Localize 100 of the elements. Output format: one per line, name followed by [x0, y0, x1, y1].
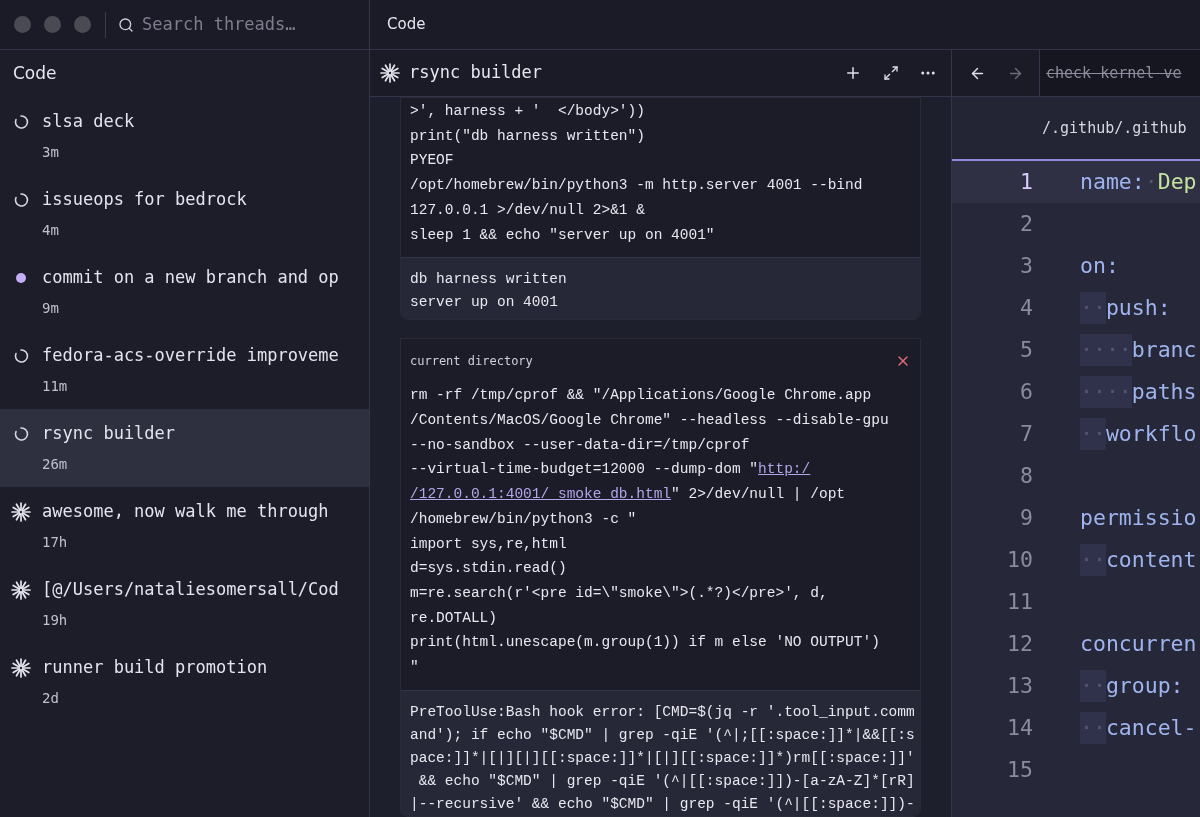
code-line: print(html.unescape(m.group(1)) if m else 'NO OUTPUT'): [410, 633, 881, 653]
file-path: /.github/.github: [1042, 117, 1187, 139]
indent-marker: ····: [1080, 333, 1132, 367]
line-number: 3: [1019, 251, 1033, 280]
code-token: paths: [1131, 377, 1197, 406]
thread-title: awesome, now walk me through: [42, 499, 329, 523]
starburst-icon: [380, 63, 400, 83]
line-number: 14: [1006, 713, 1033, 742]
spinner-icon: [13, 425, 29, 442]
thread-item[interactable]: issueops for bedrock 4m: [0, 175, 369, 253]
thread-item[interactable]: fedora-acs-override improveme 11m: [0, 331, 369, 409]
code-token: on:: [1080, 251, 1119, 280]
thread-title: slsa deck: [42, 109, 135, 133]
starburst-icon: [11, 501, 31, 522]
search-icon: [118, 16, 134, 33]
indent-marker: ··: [1080, 291, 1106, 325]
code-token: branc: [1131, 335, 1197, 364]
indent-marker: ··: [1080, 543, 1106, 577]
code-line: import sys,re,html: [410, 534, 568, 554]
thread-age: 4m: [41, 221, 60, 241]
code-token: concurren: [1080, 629, 1197, 658]
code-text: " 2>/dev/null | /opt: [671, 485, 846, 505]
output-line: && echo "$CMD" | grep -qiE '(^|[[:space:]])-[a-zA-Z]*[rR]: [417, 771, 911, 791]
output-line: server up on 4001: [410, 293, 559, 313]
thread-age: 26m: [41, 455, 69, 475]
line-number: 8: [1019, 461, 1033, 490]
line-number: 15: [1006, 755, 1033, 784]
line-number: 11: [1006, 587, 1033, 616]
thread-title-heading: rsync builder: [409, 61, 543, 85]
add-icon[interactable]: [844, 64, 862, 82]
line-number: 12: [1006, 629, 1033, 658]
thread-title: rsync builder: [42, 421, 176, 445]
thread-title: fedora-acs-override improveme: [42, 343, 339, 367]
code-line: /homebrew/bin/python3 -c ": [410, 509, 638, 529]
code-line: d=sys.stdin.read(): [410, 559, 568, 579]
code-line: m=re.search(r'<pre id=\"smoke\">(.*?)</pre>', d,: [410, 583, 829, 603]
thread-age: 17h: [41, 533, 69, 553]
window-title: Code: [387, 14, 426, 36]
code-line: --no-sandbox --user-data-dir=/tmp/cprof: [410, 435, 751, 455]
code-token: group:: [1105, 671, 1184, 700]
thread-item[interactable]: runner build promotion 2d: [0, 643, 369, 721]
thread-item[interactable]: slsa deck 3m: [0, 97, 369, 175]
code-token: content: [1105, 545, 1197, 574]
card-label: current directory: [410, 352, 533, 370]
thread-title: runner build promotion: [42, 655, 268, 679]
code-line: re.DOTALL): [410, 608, 498, 628]
spinner-icon: [13, 113, 29, 130]
code-token: ·: [1144, 167, 1158, 196]
output-line: pace:]]*|[|][|][[:space:]]*|[|][[:space:]]*)rm[[:space:]]': [410, 748, 911, 768]
code-line: sleep 1 && echo "server up on 4001": [410, 225, 716, 245]
spinner-icon: [13, 191, 29, 208]
thread-item[interactable]: awesome, now walk me through 17h: [0, 487, 369, 565]
code-line: 127.0.0.1 >/dev/null 2>&1 &: [410, 200, 646, 220]
code-text: --virtual-time-budget=12000 --dump-dom ": [410, 460, 759, 480]
starburst-icon: [11, 657, 31, 678]
indent-marker: ··: [1080, 417, 1106, 451]
code-line: PYEOF: [410, 151, 455, 171]
thread-item[interactable]: [@/Users/nataliesomersall/Cod 19h: [0, 565, 369, 643]
code-line: rm -rf /tmp/cprof && "/Applications/Google Chrome.app: [410, 386, 873, 406]
thread-age: 3m: [41, 143, 60, 163]
code-link[interactable]: http:/: [758, 457, 811, 483]
line-number: 10: [1006, 545, 1033, 574]
indent-marker: ··: [1080, 711, 1106, 745]
line-number: 13: [1006, 671, 1033, 700]
line-number: 7: [1019, 419, 1033, 448]
thread-item[interactable]: commit on a new branch and op 9m: [0, 253, 369, 331]
starburst-icon: [11, 579, 31, 600]
line-number: 2: [1019, 209, 1033, 238]
code-link[interactable]: /127.0.0.1:4001/_smoke_db.html: [410, 482, 672, 507]
code-token: Dep: [1157, 167, 1197, 196]
line-number: 5: [1019, 335, 1033, 364]
code-line: ": [410, 658, 420, 678]
spinner-icon: [13, 347, 29, 364]
thread-item[interactable]: rsync builder 26m: [0, 409, 369, 487]
thread-title: [@/Users/nataliesomersall/Cod: [42, 577, 339, 601]
code-line: /Contents/MacOS/Google Chrome" --headless --disable-gpu: [410, 411, 890, 431]
output-line: db harness written: [410, 270, 568, 290]
thread-title: commit on a new branch and op: [42, 265, 339, 289]
search-field[interactable]: Search threads…: [118, 11, 369, 38]
expand-icon[interactable]: [883, 65, 899, 81]
thread-age: 11m: [41, 377, 69, 397]
thread-age: 19h: [41, 611, 69, 631]
thread-title: issueops for bedrock: [42, 187, 247, 211]
tab-title: check kernel ve: [1046, 62, 1182, 84]
code-token: name:: [1080, 167, 1145, 196]
line-number: 6: [1019, 377, 1033, 406]
line-number: 1: [1019, 167, 1033, 196]
sidebar-title: Code: [13, 61, 57, 85]
thread-age: 2d: [41, 689, 60, 709]
code-line: print("db harness written"): [410, 126, 646, 146]
code-token: push:: [1105, 293, 1171, 322]
editor-tab[interactable]: check kernel ve: [1039, 50, 1200, 96]
output-line: |--recursive' && echo "$CMD" | grep -qiE '(^|[[:space:]])-: [410, 794, 911, 814]
code-line: >', harness + ' </body>')): [410, 102, 646, 121]
thread-age: 9m: [41, 299, 60, 319]
code-token: permissio: [1080, 503, 1197, 532]
code-token: workflo: [1105, 419, 1197, 448]
line-number: 9: [1019, 503, 1033, 532]
code-line: /opt/homebrew/bin/python3 -m http.server 4001 --bind: [410, 176, 864, 196]
indent-marker: ··: [1080, 669, 1106, 703]
